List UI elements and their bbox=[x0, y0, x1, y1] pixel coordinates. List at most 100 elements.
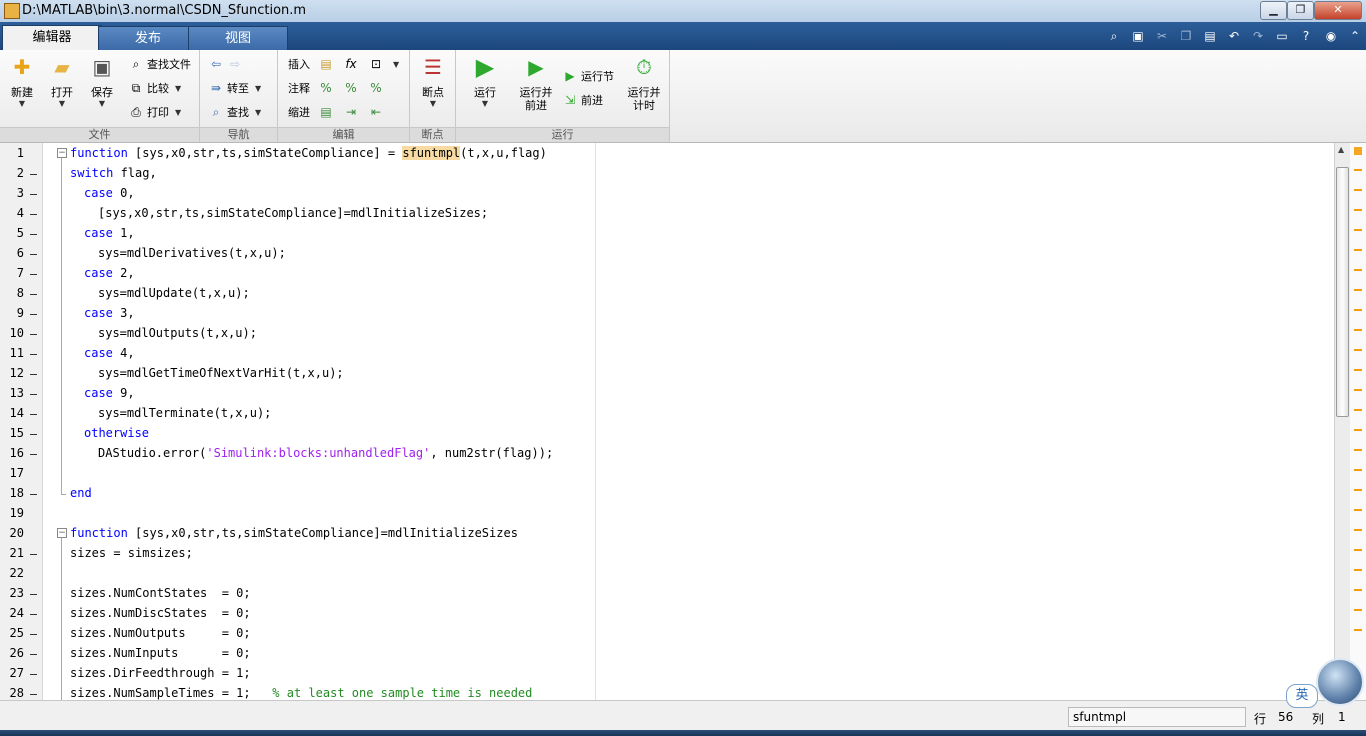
warning-marker[interactable] bbox=[1354, 409, 1362, 411]
code-line[interactable]: sizes.DirFeedthrough = 1; bbox=[70, 666, 251, 680]
vertical-scrollbar[interactable]: ▲ bbox=[1334, 143, 1351, 700]
breakpoint-slot[interactable] bbox=[30, 354, 37, 355]
warning-marker[interactable] bbox=[1354, 369, 1362, 371]
warning-marker[interactable] bbox=[1354, 249, 1362, 251]
compare-button[interactable]: ⧉ 比较 ▼ bbox=[128, 78, 181, 98]
warning-marker[interactable] bbox=[1354, 329, 1362, 331]
run-section-button[interactable]: ▶ 运行节 bbox=[562, 66, 614, 86]
increase-indent-icon[interactable]: ⇥ bbox=[343, 104, 359, 120]
code-line[interactable]: sizes = simsizes; bbox=[70, 546, 193, 560]
run-button[interactable]: ▶ 运行 ▼ bbox=[468, 53, 502, 108]
breakpoint-slot[interactable] bbox=[30, 314, 37, 315]
expand-icon[interactable]: ◉ bbox=[1322, 27, 1340, 45]
breakpoint-slot[interactable] bbox=[30, 694, 37, 695]
breakpoint-slot[interactable] bbox=[30, 374, 37, 375]
warning-marker[interactable] bbox=[1354, 629, 1362, 631]
scroll-up-icon[interactable]: ▲ bbox=[1338, 145, 1344, 154]
tab-editor[interactable]: 编辑器 bbox=[2, 25, 102, 51]
find-file-icon[interactable]: ⌕ bbox=[1105, 27, 1123, 45]
insert-button[interactable]: 插入 ▤ fx ⊡ ▼ bbox=[288, 54, 399, 74]
indent-button[interactable]: 缩进 ▤ ⇥ ⇤ bbox=[288, 102, 387, 122]
breakpoint-slot[interactable] bbox=[30, 674, 37, 675]
help-icon[interactable]: ? bbox=[1297, 27, 1315, 45]
warning-marker[interactable] bbox=[1354, 529, 1362, 531]
warning-marker[interactable] bbox=[1354, 349, 1362, 351]
warning-marker[interactable] bbox=[1354, 469, 1362, 471]
find-files-button[interactable]: ⌕ 查找文件 bbox=[128, 54, 191, 74]
code-line[interactable]: sizes.NumOutputs = 0; bbox=[70, 626, 251, 640]
warning-marker[interactable] bbox=[1354, 189, 1362, 191]
current-function-field[interactable]: sfuntmpl bbox=[1068, 707, 1246, 727]
find-button[interactable]: ⌕ 查找 ▼ bbox=[208, 102, 262, 122]
open-button[interactable]: ▰ 打开 ▼ bbox=[46, 54, 78, 108]
print-button[interactable]: ⎙ 打印 ▼ bbox=[128, 102, 181, 122]
code-line[interactable]: function [sys,x0,str,ts,simStateComplian… bbox=[70, 146, 547, 160]
breakpoint-slot[interactable] bbox=[30, 274, 37, 275]
warning-marker[interactable] bbox=[1354, 309, 1362, 311]
code-line[interactable]: case 9, bbox=[84, 386, 135, 400]
code-line[interactable]: [sys,x0,str,ts,simStateCompliance]=mdlIn… bbox=[98, 206, 488, 220]
code-line[interactable]: sizes.NumSampleTimes = 1; % at least one… bbox=[70, 686, 532, 700]
switch-windows-icon[interactable]: ▭ bbox=[1273, 27, 1291, 45]
comment-button[interactable]: 注释 % % % bbox=[288, 78, 387, 98]
comment-percent-icon[interactable]: % bbox=[318, 80, 334, 96]
breakpoint-slot[interactable] bbox=[30, 494, 37, 495]
warning-marker[interactable] bbox=[1354, 449, 1362, 451]
smart-indent-icon[interactable]: ▤ bbox=[318, 104, 334, 120]
code-line[interactable]: case 4, bbox=[84, 346, 135, 360]
warning-marker[interactable] bbox=[1354, 549, 1362, 551]
breakpoint-slot[interactable] bbox=[30, 414, 37, 415]
breakpoint-slot[interactable] bbox=[30, 614, 37, 615]
decrease-indent-icon[interactable]: ⇤ bbox=[368, 104, 384, 120]
advance-button[interactable]: ⇲ 前进 bbox=[562, 90, 603, 110]
insert-function-icon[interactable]: ⊡ bbox=[368, 56, 384, 72]
ime-language-indicator[interactable]: 英 bbox=[1286, 684, 1318, 708]
breakpoint-slot[interactable] bbox=[30, 254, 37, 255]
warning-marker[interactable] bbox=[1354, 429, 1362, 431]
collapse-ribbon-icon[interactable]: ⌃ bbox=[1346, 27, 1364, 45]
uncomment-icon[interactable]: % bbox=[343, 80, 359, 96]
warning-marker[interactable] bbox=[1354, 269, 1362, 271]
breakpoint-slot[interactable] bbox=[30, 234, 37, 235]
code-line[interactable]: sizes.NumInputs = 0; bbox=[70, 646, 251, 660]
run-and-advance-button[interactable]: ▶ 运行并 前进 bbox=[516, 54, 556, 112]
breakpoint-slot[interactable] bbox=[30, 654, 37, 655]
back-arrow-icon[interactable]: ⇦ bbox=[208, 56, 224, 72]
run-and-time-button[interactable]: ⏱ 运行并 计时 bbox=[624, 54, 664, 112]
fold-toggle-icon[interactable]: − bbox=[57, 148, 67, 158]
breakpoints-button[interactable]: ☰ 断点 ▼ bbox=[417, 54, 449, 108]
scrollbar-thumb[interactable] bbox=[1336, 167, 1349, 417]
code-line[interactable]: sys=mdlDerivatives(t,x,u); bbox=[98, 246, 286, 260]
code-line[interactable]: case 1, bbox=[84, 226, 135, 240]
fold-toggle-icon[interactable]: − bbox=[57, 528, 67, 538]
breakpoint-slot[interactable] bbox=[30, 454, 37, 455]
fx-icon[interactable]: fx bbox=[343, 56, 359, 72]
message-marker-bar[interactable] bbox=[1350, 143, 1366, 700]
new-button[interactable]: ✚ 新建 ▼ bbox=[6, 54, 38, 108]
code-line[interactable]: function [sys,x0,str,ts,simStateComplian… bbox=[70, 526, 518, 540]
minimize-button[interactable]: ▁ bbox=[1260, 1, 1287, 20]
code-line[interactable]: sizes.NumDiscStates = 0; bbox=[70, 606, 251, 620]
code-line[interactable]: case 3, bbox=[84, 306, 135, 320]
redo-icon[interactable]: ↷ bbox=[1249, 27, 1267, 45]
paste-icon[interactable]: ▤ bbox=[1201, 27, 1219, 45]
warning-indicator-icon[interactable] bbox=[1354, 147, 1362, 155]
code-line[interactable]: sizes.NumContStates = 0; bbox=[70, 586, 251, 600]
code-line[interactable]: case 0, bbox=[84, 186, 135, 200]
warning-marker[interactable] bbox=[1354, 289, 1362, 291]
breakpoint-slot[interactable] bbox=[30, 434, 37, 435]
close-button[interactable]: ✕ bbox=[1314, 1, 1362, 20]
code-line[interactable]: switch flag, bbox=[70, 166, 157, 180]
code-line[interactable]: DAStudio.error('Simulink:blocks:unhandle… bbox=[98, 446, 553, 460]
warning-marker[interactable] bbox=[1354, 509, 1362, 511]
code-line[interactable]: sys=mdlOutputs(t,x,u); bbox=[98, 326, 257, 340]
warning-marker[interactable] bbox=[1354, 589, 1362, 591]
breakpoint-slot[interactable] bbox=[30, 394, 37, 395]
breakpoint-slot[interactable] bbox=[30, 194, 37, 195]
warning-marker[interactable] bbox=[1354, 569, 1362, 571]
back-forward-buttons[interactable]: ⇦ ⇨ bbox=[208, 54, 246, 74]
goto-button[interactable]: ⇛ 转至 ▼ bbox=[208, 78, 261, 98]
code-line[interactable]: otherwise bbox=[84, 426, 149, 440]
undo-icon[interactable]: ↶ bbox=[1225, 27, 1243, 45]
breakpoint-slot[interactable] bbox=[30, 634, 37, 635]
